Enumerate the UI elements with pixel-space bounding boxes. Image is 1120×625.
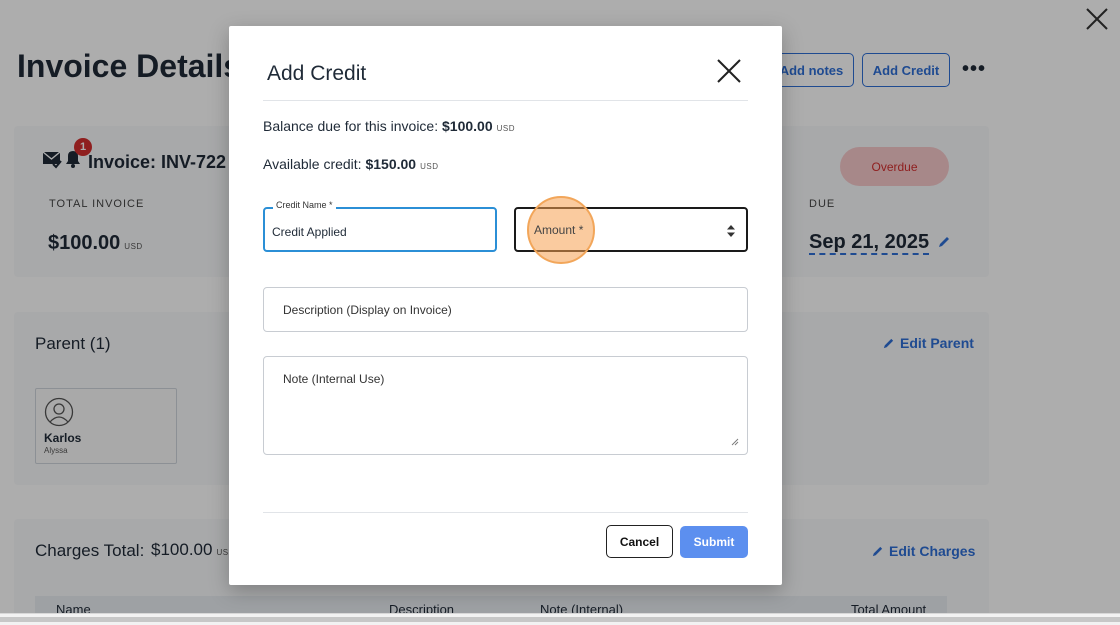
note-placeholder: Note (Internal Use) bbox=[283, 372, 385, 386]
modal-close-icon[interactable] bbox=[715, 57, 743, 85]
modal-title: Add Credit bbox=[267, 62, 367, 85]
amount-placeholder: Amount * bbox=[534, 223, 584, 237]
add-credit-modal: Add Credit Balance due for this invoice:… bbox=[229, 26, 782, 585]
balance-currency: USD bbox=[496, 124, 515, 133]
balance-due-line: Balance due for this invoice: $100.00 USD bbox=[263, 118, 515, 134]
description-input[interactable]: Description (Display on Invoice) bbox=[263, 287, 748, 332]
number-stepper-icon[interactable] bbox=[726, 223, 736, 239]
resize-handle-icon[interactable] bbox=[731, 438, 739, 446]
note-textarea[interactable]: Note (Internal Use) bbox=[263, 356, 748, 455]
available-currency: USD bbox=[420, 162, 439, 171]
horizontal-scrollbar[interactable] bbox=[0, 613, 1120, 625]
modal-footer-divider bbox=[263, 512, 748, 513]
balance-due-label: Balance due for this invoice: bbox=[263, 118, 439, 134]
available-credit-line: Available credit: $150.00 USD bbox=[263, 156, 438, 172]
scrollbar-thumb[interactable] bbox=[0, 617, 1120, 622]
cancel-button[interactable]: Cancel bbox=[606, 525, 673, 558]
credit-name-label: Credit Name * bbox=[273, 200, 336, 210]
available-credit-value: $150.00 bbox=[365, 156, 417, 172]
balance-due-value: $100.00 bbox=[442, 118, 493, 134]
modal-header-divider bbox=[263, 100, 748, 101]
description-placeholder: Description (Display on Invoice) bbox=[283, 303, 452, 317]
credit-name-value[interactable]: Credit Applied bbox=[272, 225, 347, 239]
available-credit-label: Available credit: bbox=[263, 156, 362, 172]
credit-name-field[interactable]: Credit Name * Credit Applied bbox=[263, 200, 497, 252]
submit-button[interactable]: Submit bbox=[680, 526, 748, 558]
